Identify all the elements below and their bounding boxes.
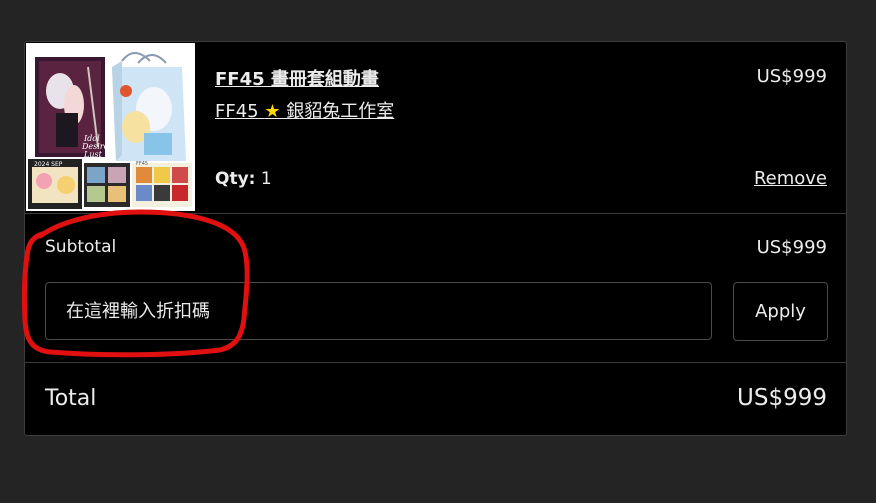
cart-item-row: Idol Desire Lust 2024 SEP FF45 FF45 畫冊套組… — [25, 42, 846, 214]
product-thumbnail[interactable]: Idol Desire Lust 2024 SEP FF45 — [26, 43, 195, 211]
seller-prefix: FF45 — [215, 101, 265, 122]
subtotal-section: Subtotal US$999 Apply — [25, 213, 846, 363]
discount-code-input[interactable] — [45, 282, 712, 340]
product-artwork-image: Idol Desire Lust 2024 SEP FF45 — [26, 43, 195, 211]
quantity-value: 1 — [260, 169, 272, 189]
seller-name: 銀貂兔工作室 — [280, 101, 395, 122]
total-label: Total — [45, 386, 97, 411]
subtotal-label: Subtotal — [45, 237, 117, 257]
cart-summary-card: Idol Desire Lust 2024 SEP FF45 FF45 畫冊套組… — [24, 41, 847, 436]
star-icon: ★ — [264, 101, 281, 122]
thumb-date-text: 2024 SEP — [34, 161, 63, 168]
total-section: Total US$999 — [25, 362, 846, 436]
thumb-brand-text: FF45 — [136, 161, 148, 167]
apply-discount-button[interactable]: Apply — [733, 282, 828, 341]
total-value: US$999 — [737, 385, 827, 411]
quantity: Qty: 1 — [215, 169, 272, 189]
seller-link[interactable]: FF45 ★ 銀貂兔工作室 — [215, 97, 394, 123]
product-name-link[interactable]: FF45 畫冊套組動畫 — [215, 65, 379, 91]
subtotal-value: US$999 — [756, 237, 827, 258]
quantity-label: Qty: — [215, 169, 256, 189]
remove-item-link[interactable]: Remove — [754, 168, 827, 189]
cover-text-lust: Lust — [83, 150, 103, 159]
item-price: US$999 — [756, 66, 827, 87]
